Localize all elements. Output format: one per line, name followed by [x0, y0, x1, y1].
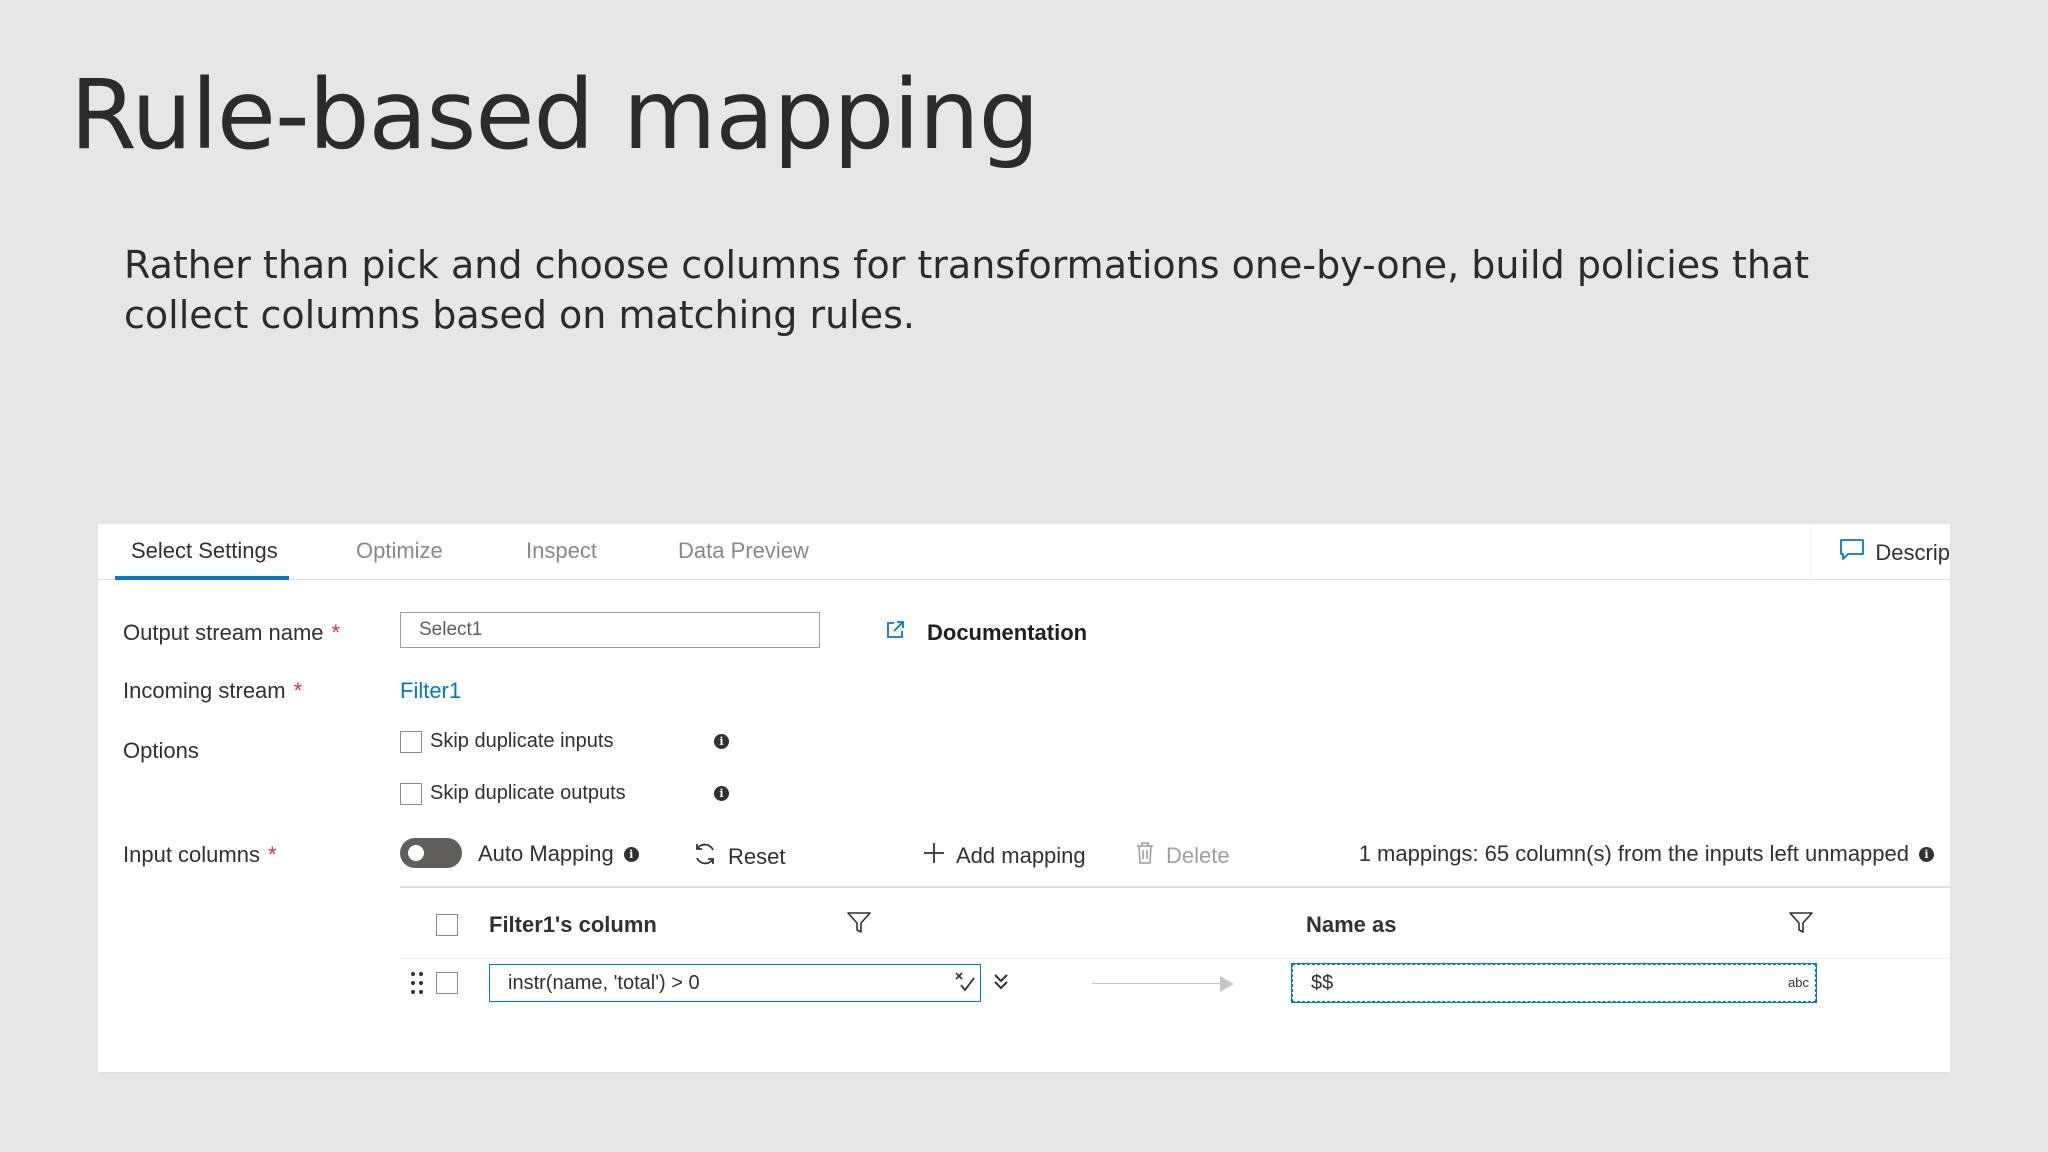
mappings-status: 1 mappings: 65 column(s) from the inputs…	[1359, 841, 1934, 867]
delete-label: Delete	[1166, 843, 1230, 868]
grid-header: Filter1's column Name as	[400, 888, 1950, 959]
target-filter-icon[interactable]	[1788, 910, 1814, 941]
output-stream-label: Output stream name *	[123, 620, 341, 645]
incoming-stream-label: Incoming stream *	[123, 678, 303, 703]
add-mapping-label: Add mapping	[956, 843, 1086, 868]
expression-builder-icon[interactable]	[954, 971, 976, 996]
source-expression-text: instr(name, 'total') > 0	[508, 971, 700, 994]
documentation-label: Documentation	[927, 620, 1088, 645]
reset-button[interactable]: Reset	[692, 841, 785, 873]
tab-data-preview[interactable]: Data Preview	[678, 538, 809, 578]
skip-duplicate-outputs-option: Skip duplicate outputs	[400, 782, 626, 805]
delete-button[interactable]: Delete	[1134, 841, 1230, 871]
string-type-badge: abc	[1788, 975, 1809, 990]
select-all-checkbox[interactable]	[436, 914, 458, 936]
slide-title: Rule-based mapping	[70, 59, 1040, 171]
select-settings-panel: Select Settings Optimize Inspect Data Pr…	[98, 524, 1950, 1072]
active-tab-indicator	[115, 576, 289, 580]
target-column-header: Name as	[1306, 912, 1397, 937]
tab-inspect[interactable]: Inspect	[526, 538, 597, 578]
skip-duplicate-inputs-checkbox[interactable]	[400, 730, 422, 753]
options-label: Options	[123, 738, 199, 763]
description-button[interactable]: Descrip	[1839, 538, 1950, 568]
skip-duplicate-outputs-info-icon[interactable]: i	[714, 786, 729, 801]
source-expression-input[interactable]: instr(name, 'total') > 0	[489, 964, 981, 1002]
source-filter-icon[interactable]	[846, 910, 872, 941]
plus-icon	[922, 841, 946, 871]
source-column-header: Filter1's column	[489, 912, 657, 937]
mappings-status-info-icon[interactable]: i	[1919, 846, 1934, 862]
refresh-icon	[692, 841, 718, 873]
auto-mapping-control: Auto Mapping i	[478, 841, 639, 867]
documentation-link[interactable]: Documentation	[885, 620, 1087, 646]
external-link-icon	[885, 620, 905, 646]
tab-bar: Select Settings Optimize Inspect Data Pr…	[98, 524, 1950, 580]
skip-duplicate-inputs-label: Skip duplicate inputs	[430, 730, 614, 752]
reset-label: Reset	[728, 844, 786, 869]
skip-duplicate-outputs-checkbox[interactable]	[400, 782, 422, 805]
auto-mapping-toggle[interactable]	[400, 838, 462, 868]
target-name-input[interactable]: $$ abc	[1291, 963, 1817, 1003]
table-row: instr(name, 'total') > 0 $$ abc	[400, 958, 1950, 1018]
skip-duplicate-inputs-info-icon[interactable]: i	[714, 734, 729, 749]
tab-select-settings[interactable]: Select Settings	[131, 538, 278, 578]
comment-icon	[1839, 538, 1865, 568]
mapping-arrow-head	[1220, 976, 1234, 992]
add-mapping-button[interactable]: Add mapping	[922, 841, 1086, 871]
chevron-double-down-icon[interactable]	[992, 972, 1010, 997]
mapping-toolbar: Auto Mapping i Reset Add mapping Delete …	[400, 836, 1950, 872]
mapping-grid: Filter1's column Name as instr(name, 'to…	[400, 886, 1950, 1028]
output-stream-input[interactable]	[400, 612, 820, 648]
toggle-knob	[408, 845, 424, 861]
tab-optimize[interactable]: Optimize	[356, 538, 443, 578]
incoming-stream-link[interactable]: Filter1	[400, 678, 461, 704]
mappings-status-text: 1 mappings: 65 column(s) from the inputs…	[1358, 841, 1909, 866]
input-columns-label: Input columns *	[123, 842, 277, 867]
target-name-text: $$	[1311, 971, 1334, 994]
description-button-label: Descrip	[1875, 540, 1950, 565]
row-checkbox[interactable]	[436, 972, 458, 994]
slide-description: Rather than pick and choose columns for …	[124, 243, 1810, 337]
skip-duplicate-outputs-label: Skip duplicate outputs	[430, 782, 626, 804]
skip-duplicate-inputs-option: Skip duplicate inputs	[400, 730, 613, 753]
auto-mapping-info-icon[interactable]: i	[623, 846, 639, 862]
trash-icon	[1134, 841, 1156, 871]
mapping-arrow-line	[1092, 983, 1222, 984]
auto-mapping-label: Auto Mapping	[478, 841, 614, 866]
drag-handle-icon[interactable]	[410, 970, 424, 1001]
